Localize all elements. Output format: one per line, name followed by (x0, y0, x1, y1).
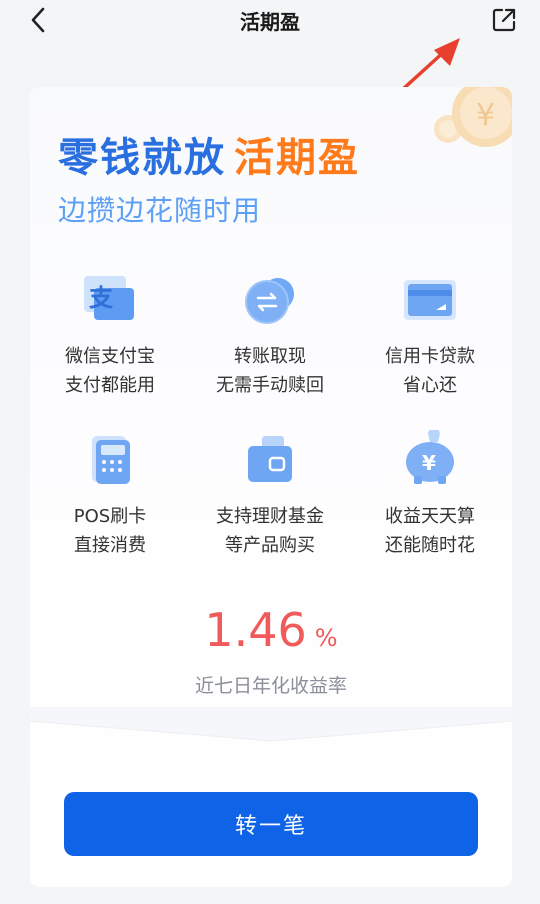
svg-text:支: 支 (89, 284, 114, 312)
feature-line-2: 支付都能用 (65, 375, 155, 396)
feature-line-1: POS刷卡 (73, 506, 147, 527)
feature-piggy-bank: ¥ 收益天天算 还能随时花 (350, 430, 510, 560)
feature-line-1: 微信支付宝 (65, 346, 155, 367)
headline-product-name: 活期盈 (234, 135, 360, 181)
credit-card-icon (400, 270, 460, 330)
feature-credit-card: 信用卡贷款 省心还 (350, 270, 510, 400)
gold-coins-decoration: ¥ (434, 87, 512, 147)
hero-subline: 边攒边花随时用 (58, 194, 262, 227)
feature-line-1: 收益天天算 (385, 506, 475, 527)
feature-line-1: 转账取现 (234, 346, 306, 367)
feature-line-2: 省心还 (403, 375, 457, 396)
feature-alipay: 支 微信支付宝 支付都能用 (30, 270, 190, 400)
feature-line-2: 等产品购买 (225, 535, 315, 556)
card-divider (30, 707, 512, 742)
svg-text:¥: ¥ (476, 98, 495, 133)
feature-line-2: 直接消费 (74, 535, 146, 556)
headline-primary: 零钱就放 (58, 135, 226, 181)
alipay-icon: 支 (80, 270, 140, 330)
share-external-icon (492, 8, 516, 32)
feature-pos: POS刷卡 直接消费 (30, 430, 190, 560)
piggy-bank-icon: ¥ (400, 430, 460, 490)
yield-rate-unit: % (314, 624, 338, 652)
share-button[interactable] (488, 4, 520, 36)
feature-line-1: 支持理财基金 (216, 506, 324, 527)
wallet-icon (240, 430, 300, 490)
feature-line-2: 还能随时花 (385, 535, 475, 556)
feature-line-2: 无需手动赎回 (216, 375, 324, 396)
transfer-in-button[interactable]: 转一笔 (64, 792, 478, 856)
product-card: ¥ 零钱就放 活期盈 边攒边花随时用 支 微信支付宝 支付都能用 转账取现 无需… (30, 87, 512, 887)
yield-rate-value: 1.46 (204, 603, 307, 657)
yield-rate-label: 近七日年化收益率 (194, 675, 347, 697)
transfer-icon (240, 270, 300, 330)
svg-text:¥: ¥ (422, 451, 436, 475)
page-title: 活期盈 (240, 10, 300, 34)
yield-rate: 1.46% (30, 603, 512, 657)
feature-line-1: 信用卡贷款 (385, 346, 475, 367)
pos-terminal-icon (80, 430, 140, 490)
hero-headline: 零钱就放 活期盈 (58, 125, 360, 183)
feature-transfer: 转账取现 无需手动赎回 (190, 270, 350, 400)
feature-wallet: 支持理财基金 等产品购买 (190, 430, 350, 560)
